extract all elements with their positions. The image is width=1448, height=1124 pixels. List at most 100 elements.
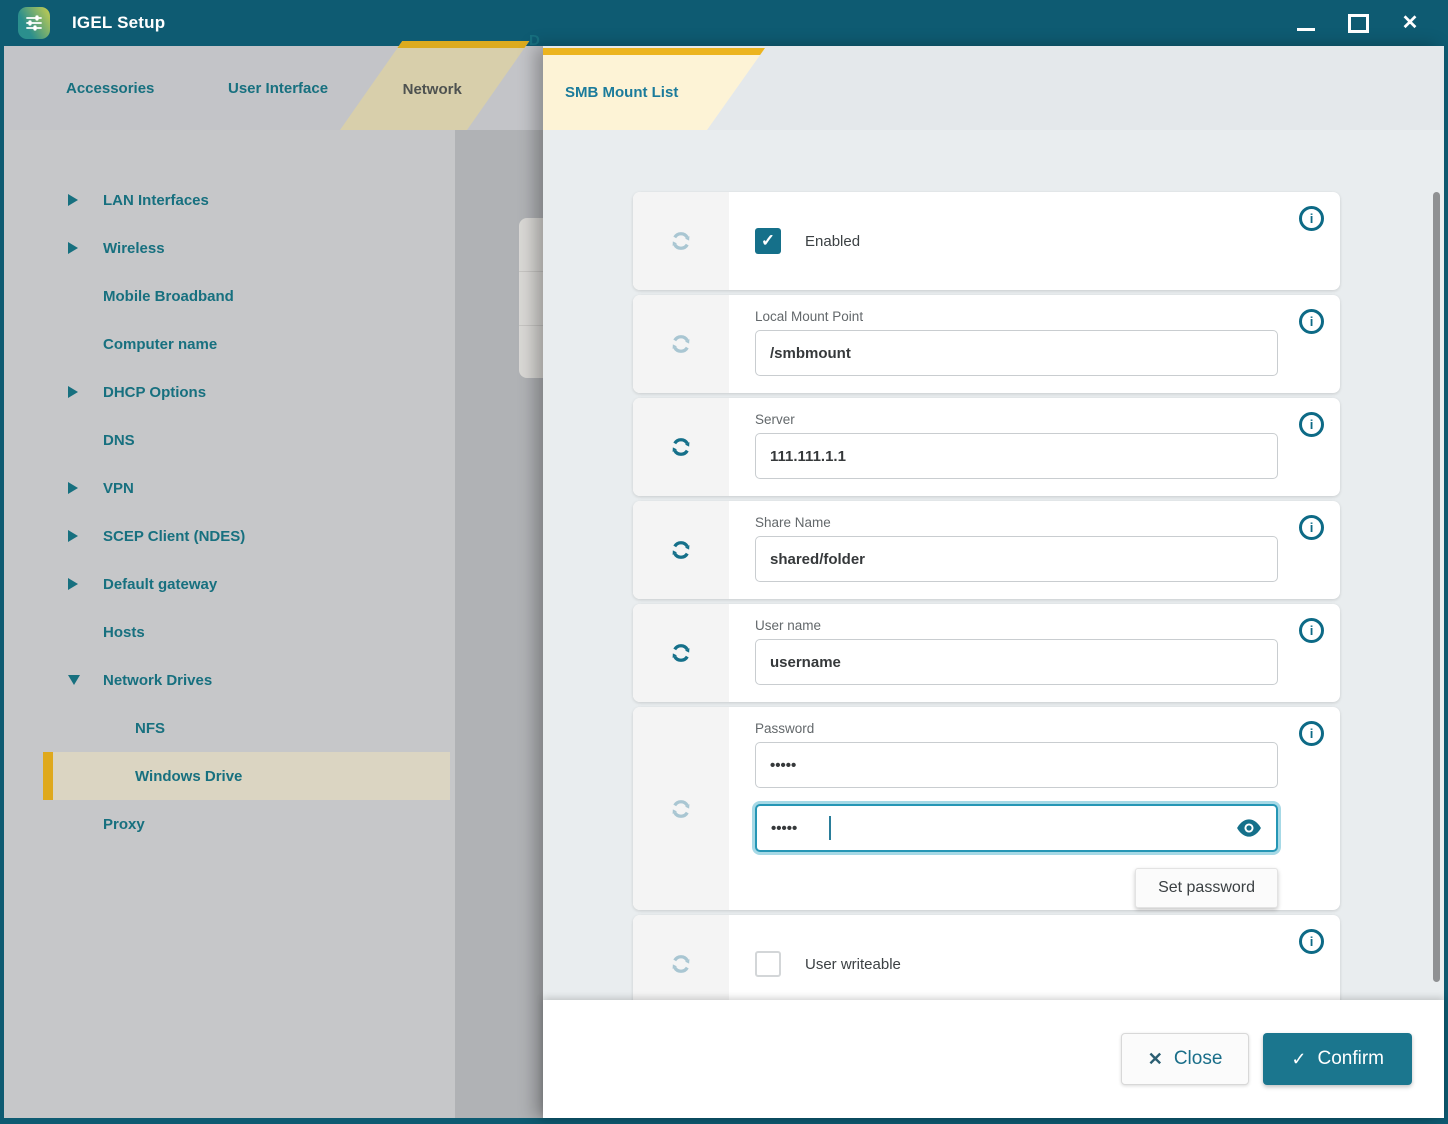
tab-network[interactable]: Network <box>340 41 529 130</box>
info-icon[interactable]: i <box>1299 515 1324 540</box>
sidebar-item-nfs[interactable]: NFS <box>4 704 455 752</box>
tab-label: SMB Mount List <box>565 55 678 130</box>
share-name-input[interactable] <box>755 536 1278 582</box>
close-button-label: Close <box>1174 1048 1223 1070</box>
show-password-eye-icon[interactable] <box>1236 819 1262 837</box>
reset-to-default-icon[interactable] <box>666 226 696 256</box>
tab-smb-mount-list[interactable]: SMB Mount List <box>543 48 765 130</box>
set-password-button[interactable]: Set password <box>1135 868 1278 908</box>
window-title: IGEL Setup <box>72 13 165 33</box>
row-user-name: i User name <box>633 604 1340 702</box>
sidebar-item-dhcp-options[interactable]: DHCP Options <box>4 368 455 416</box>
vertical-scrollbar-thumb[interactable] <box>1433 192 1440 982</box>
sidebar-item-lan-interfaces[interactable]: LAN Interfaces <box>4 176 455 224</box>
confirm-button-label: Confirm <box>1317 1048 1384 1070</box>
sidebar-item-wireless[interactable]: Wireless <box>4 224 455 272</box>
row-local-mount-point: i Local Mount Point <box>633 295 1340 393</box>
sidebar-item-scep-client[interactable]: SCEP Client (NDES) <box>4 512 455 560</box>
tab-accessories[interactable]: Accessories <box>66 46 154 130</box>
dimmed-background-area <box>455 130 543 1118</box>
tab-label: User Interface <box>228 80 328 97</box>
field-label: Local Mount Point <box>755 309 1278 324</box>
field-label: Server <box>755 412 1278 427</box>
password-confirm-wrapper <box>755 804 1278 852</box>
expand-arrow-icon[interactable] <box>68 482 78 494</box>
dialog-footer: ✕ Close ✓ Confirm <box>543 1000 1444 1118</box>
expand-arrow-icon[interactable] <box>68 386 78 398</box>
info-icon[interactable]: i <box>1299 206 1324 231</box>
tab-label: Accessories <box>66 80 154 97</box>
window-controls: ✕ <box>1280 0 1436 46</box>
sidebar-item-proxy[interactable]: Proxy <box>4 800 455 848</box>
password-confirm-input[interactable] <box>755 804 1278 852</box>
expand-arrow-icon[interactable] <box>68 530 78 542</box>
confirm-button[interactable]: ✓ Confirm <box>1263 1033 1412 1085</box>
dialog-scroll-area: i ✓ Enabled i Local Mount Po <box>543 130 1444 1000</box>
field-label: Password <box>755 721 1278 736</box>
maximize-button[interactable] <box>1332 0 1384 46</box>
tab-partially-hidden[interactable]: D <box>529 32 540 49</box>
expand-arrow-icon[interactable] <box>68 578 78 590</box>
reset-cell <box>633 295 729 393</box>
reset-to-default-icon[interactable] <box>666 329 696 359</box>
sidebar-item-dns[interactable]: DNS <box>4 416 455 464</box>
server-input[interactable] <box>755 433 1278 479</box>
igel-app-icon <box>18 7 50 39</box>
expand-arrow-icon[interactable] <box>68 194 78 206</box>
background-table-partial <box>519 218 543 378</box>
x-icon: ✕ <box>1148 1049 1163 1070</box>
user-writeable-checkbox[interactable] <box>755 951 781 977</box>
minimize-icon <box>1297 28 1315 31</box>
sliders-icon <box>24 13 44 33</box>
info-icon[interactable]: i <box>1299 412 1324 437</box>
close-button[interactable]: ✕ Close <box>1121 1033 1250 1085</box>
row-share-name: i Share Name <box>633 501 1340 599</box>
sidebar-item-default-gateway[interactable]: Default gateway <box>4 560 455 608</box>
reset-cell <box>633 707 729 910</box>
info-icon[interactable]: i <box>1299 721 1324 746</box>
minimize-button[interactable] <box>1280 0 1332 46</box>
reset-to-default-icon[interactable] <box>666 949 696 979</box>
check-icon: ✓ <box>1291 1049 1306 1070</box>
tab-label: Network <box>369 48 496 130</box>
password-input[interactable] <box>755 742 1278 788</box>
text-caret <box>829 816 831 840</box>
reset-cell <box>633 501 729 599</box>
reset-cell <box>633 915 729 1000</box>
checkbox-label: User writeable <box>805 956 901 973</box>
active-tab-accent-bar <box>543 48 765 55</box>
info-icon[interactable]: i <box>1299 309 1324 334</box>
info-icon[interactable]: i <box>1299 929 1324 954</box>
sidebar-item-network-drives[interactable]: Network Drives <box>4 656 455 704</box>
tab-user-interface[interactable]: User Interface <box>228 46 328 130</box>
row-server: i Server <box>633 398 1340 496</box>
reset-to-default-icon[interactable] <box>666 535 696 565</box>
field-label: User name <box>755 618 1278 633</box>
reset-to-default-icon[interactable] <box>666 638 696 668</box>
maximize-icon <box>1348 14 1369 33</box>
reset-cell <box>633 192 729 290</box>
titlebar: IGEL Setup ✕ <box>4 0 1444 46</box>
sidebar-item-windows-drive[interactable]: Windows Drive <box>43 752 450 800</box>
sidebar-item-computer-name[interactable]: Computer name <box>4 320 455 368</box>
row-enabled: i ✓ Enabled <box>633 192 1340 290</box>
info-icon[interactable]: i <box>1299 618 1324 643</box>
sidebar-item-mobile-broadband[interactable]: Mobile Broadband <box>4 272 455 320</box>
field-label: Share Name <box>755 515 1278 530</box>
expand-arrow-icon[interactable] <box>68 242 78 254</box>
sidebar-item-vpn[interactable]: VPN <box>4 464 455 512</box>
row-user-writeable: i User writeable <box>633 915 1340 1000</box>
check-icon: ✓ <box>761 231 775 251</box>
enabled-checkbox[interactable]: ✓ <box>755 228 781 254</box>
reset-to-default-icon[interactable] <box>666 432 696 462</box>
local-mount-point-input[interactable] <box>755 330 1278 376</box>
close-window-button[interactable]: ✕ <box>1384 0 1436 46</box>
reset-to-default-icon[interactable] <box>666 794 696 824</box>
sidebar-navigation: LAN Interfaces Wireless Mobile Broadband… <box>4 130 455 1118</box>
user-name-input[interactable] <box>755 639 1278 685</box>
reset-cell <box>633 398 729 496</box>
close-icon: ✕ <box>1402 13 1419 33</box>
row-password: i Password Set password <box>633 707 1340 910</box>
collapse-arrow-icon[interactable] <box>68 675 80 685</box>
sidebar-item-hosts[interactable]: Hosts <box>4 608 455 656</box>
